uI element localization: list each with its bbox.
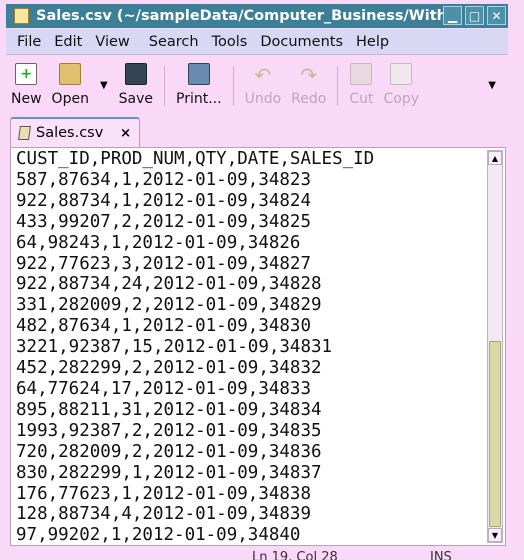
text-line: 587,87634,1,2012-01-09,34823: [16, 169, 312, 190]
text-line: 64,77624,17,2012-01-09,34833: [16, 378, 312, 399]
text-line: 3221,92387,15,2012-01-09,34831: [16, 337, 333, 358]
tab-close-icon[interactable]: ×: [120, 126, 131, 141]
menu-edit[interactable]: Edit: [54, 34, 82, 50]
save-button[interactable]: Save: [114, 60, 158, 107]
folder-open-icon: [59, 63, 82, 85]
floppy-save-icon: [124, 63, 147, 85]
text-line: 433,99207,2,2012-01-09,34825: [16, 211, 312, 232]
toolbar-separator: [164, 66, 166, 106]
menu-file[interactable]: File: [17, 34, 41, 50]
copy-icon: [390, 63, 413, 85]
text-line: 452,282299,2,2012-01-09,34832: [16, 358, 322, 379]
minimize-button[interactable]: ▁: [443, 6, 462, 25]
menu-help[interactable]: Help: [356, 34, 389, 50]
close-button[interactable]: ✕: [487, 6, 506, 25]
redo-icon: ↷: [300, 63, 318, 87]
title-bar: Sales.csv (~/sampleData/Computer_Busines…: [6, 4, 508, 28]
toolbar: + New Open ▼ Save Print... ↶ Undo ↷ Redo Cu…: [6, 60, 508, 114]
print-button[interactable]: Print...: [171, 60, 227, 107]
text-line: 895,88211,31,2012-01-09,34834: [16, 399, 322, 420]
text-editor-icon: [14, 8, 29, 24]
text-editor[interactable]: CUST_ID,PROD_NUM,QTY,DATE,SALES_ID 587,87…: [10, 147, 506, 546]
open-label: Open: [51, 91, 89, 107]
scroll-thumb[interactable]: [489, 341, 501, 527]
scissors-icon: [350, 63, 373, 85]
text-line: 97,99202,1,2012-01-09,34840: [16, 525, 301, 546]
cursor-position: Ln 19, Col 28: [252, 550, 338, 560]
redo-button[interactable]: ↷ Redo: [286, 60, 331, 107]
save-label: Save: [118, 91, 154, 107]
tab-label: Sales.csv: [36, 125, 104, 141]
open-recent-dropdown-icon[interactable]: ▼: [94, 80, 114, 91]
scroll-up-icon[interactable]: ▲: [488, 151, 502, 165]
redo-label: Redo: [291, 91, 327, 107]
text-line: 176,77623,1,2012-01-09,34838: [16, 483, 312, 504]
cut-label: Cut: [349, 91, 374, 107]
menu-documents[interactable]: Documents: [260, 34, 343, 50]
maximize-button[interactable]: □: [465, 6, 484, 25]
scroll-down-icon[interactable]: ▼: [488, 528, 502, 542]
text-line: 1993,92387,2,2012-01-09,34835: [16, 420, 322, 441]
printer-icon: [187, 63, 210, 85]
new-button[interactable]: + New: [6, 60, 47, 107]
window-title: Sales.csv (~/sampleData/Computer_Busines…: [36, 8, 446, 24]
status-bar: Ln 19, Col 28 INS: [6, 548, 508, 560]
insert-mode: INS: [430, 550, 452, 560]
text-line: 922,88734,1,2012-01-09,34824: [16, 190, 312, 211]
tab-sales-csv[interactable]: Sales.csv ×: [10, 117, 140, 147]
undo-icon: ↶: [254, 63, 272, 87]
open-button[interactable]: Open: [47, 60, 94, 107]
text-line: 331,282009,2,2012-01-09,34829: [16, 295, 322, 316]
text-line: 720,282009,2,2012-01-09,34836: [16, 441, 322, 462]
text-line: 482,87634,1,2012-01-09,34830: [16, 316, 312, 337]
text-line: CUST_ID,PROD_NUM,QTY,DATE,SALES_ID: [16, 149, 375, 169]
vertical-scrollbar[interactable]: ▲ ▼: [487, 150, 503, 543]
menu-tools[interactable]: Tools: [212, 34, 248, 50]
cut-button[interactable]: Cut: [344, 60, 378, 107]
copy-label: Copy: [383, 91, 419, 107]
menu-search[interactable]: Search: [149, 34, 199, 50]
menu-view[interactable]: View: [95, 34, 129, 50]
new-label: New: [11, 91, 42, 107]
new-document-icon: +: [15, 63, 38, 85]
print-label: Print...: [176, 91, 222, 107]
text-line: 830,282299,1,2012-01-09,34837: [16, 462, 322, 483]
toolbar-separator: [232, 66, 234, 106]
text-line: 922,88734,24,2012-01-09,34828: [16, 274, 322, 295]
text-line: 922,77623,3,2012-01-09,34827: [16, 253, 312, 274]
undo-label: Undo: [244, 91, 282, 107]
document-icon: [18, 126, 31, 140]
undo-button[interactable]: ↶ Undo: [240, 60, 287, 107]
text-line: 64,98243,1,2012-01-09,34826: [16, 232, 301, 253]
toolbar-separator: [337, 66, 339, 106]
toolbar-overflow-icon[interactable]: ▼: [482, 80, 502, 91]
text-line: 128,88734,4,2012-01-09,34839: [16, 504, 312, 525]
menu-bar: File Edit View Search Tools Documents He…: [6, 29, 508, 55]
copy-button[interactable]: Copy: [378, 60, 424, 107]
editor-content[interactable]: CUST_ID,PROD_NUM,QTY,DATE,SALES_ID 587,87…: [16, 149, 375, 546]
